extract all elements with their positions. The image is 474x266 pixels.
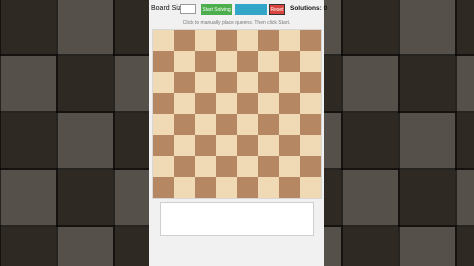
pause-button[interactable] (235, 4, 267, 15)
board-square[interactable] (195, 177, 216, 198)
board-square[interactable] (279, 30, 300, 51)
board-size-input[interactable] (180, 4, 196, 14)
board-square[interactable] (153, 177, 174, 198)
board-square[interactable] (216, 72, 237, 93)
chess-board (153, 30, 321, 198)
board-square[interactable] (237, 93, 258, 114)
board-square[interactable] (153, 135, 174, 156)
board-square[interactable] (300, 114, 321, 135)
board-square[interactable] (279, 177, 300, 198)
board-square[interactable] (174, 135, 195, 156)
board-square[interactable] (300, 93, 321, 114)
board-square[interactable] (300, 135, 321, 156)
board-square[interactable] (300, 177, 321, 198)
instructions-text: Click to manually place queens. Then cli… (182, 20, 291, 26)
board-square[interactable] (174, 51, 195, 72)
board-square[interactable] (237, 72, 258, 93)
board-square[interactable] (300, 72, 321, 93)
board-square[interactable] (237, 30, 258, 51)
board-square[interactable] (216, 114, 237, 135)
board-square[interactable] (237, 135, 258, 156)
board-square[interactable] (216, 135, 237, 156)
board-square[interactable] (153, 72, 174, 93)
board-square[interactable] (258, 93, 279, 114)
solutions-counter: Solutions: 0 (290, 5, 328, 12)
board-square[interactable] (195, 72, 216, 93)
board-square[interactable] (153, 51, 174, 72)
board-square[interactable] (279, 72, 300, 93)
board-square[interactable] (279, 156, 300, 177)
board-square[interactable] (195, 30, 216, 51)
board-square[interactable] (216, 93, 237, 114)
board-square[interactable] (258, 156, 279, 177)
board-square[interactable] (216, 177, 237, 198)
board-square[interactable] (174, 177, 195, 198)
app-panel: Board Size Start Solving Reset Solutions… (149, 0, 328, 266)
board-square[interactable] (258, 135, 279, 156)
board-square[interactable] (258, 177, 279, 198)
board-square[interactable] (300, 156, 321, 177)
board-square[interactable] (279, 135, 300, 156)
board-square[interactable] (258, 51, 279, 72)
board-square[interactable] (237, 51, 258, 72)
board-square[interactable] (153, 114, 174, 135)
board-square[interactable] (279, 51, 300, 72)
board-square[interactable] (237, 177, 258, 198)
board-square[interactable] (258, 114, 279, 135)
board-square[interactable] (174, 72, 195, 93)
start-solving-button[interactable]: Start Solving (201, 4, 232, 15)
board-square[interactable] (195, 93, 216, 114)
board-square[interactable] (174, 156, 195, 177)
board-square[interactable] (258, 72, 279, 93)
board-square[interactable] (279, 93, 300, 114)
board-square[interactable] (153, 156, 174, 177)
board-square[interactable] (300, 51, 321, 72)
board-square[interactable] (153, 30, 174, 51)
board-square[interactable] (216, 156, 237, 177)
board-square[interactable] (237, 156, 258, 177)
board-square[interactable] (153, 93, 174, 114)
output-box (160, 202, 314, 236)
board-square[interactable] (300, 30, 321, 51)
reset-button[interactable]: Reset (269, 4, 285, 15)
board-square[interactable] (174, 30, 195, 51)
board-square[interactable] (195, 114, 216, 135)
controls-bar: Board Size Start Solving Reset Solutions… (149, 4, 328, 16)
board-square[interactable] (195, 156, 216, 177)
board-square[interactable] (237, 114, 258, 135)
board-square[interactable] (216, 30, 237, 51)
board-square[interactable] (174, 93, 195, 114)
board-square[interactable] (195, 51, 216, 72)
board-square[interactable] (195, 135, 216, 156)
board-square[interactable] (258, 30, 279, 51)
board-square[interactable] (174, 114, 195, 135)
board-square[interactable] (279, 114, 300, 135)
board-square[interactable] (216, 51, 237, 72)
